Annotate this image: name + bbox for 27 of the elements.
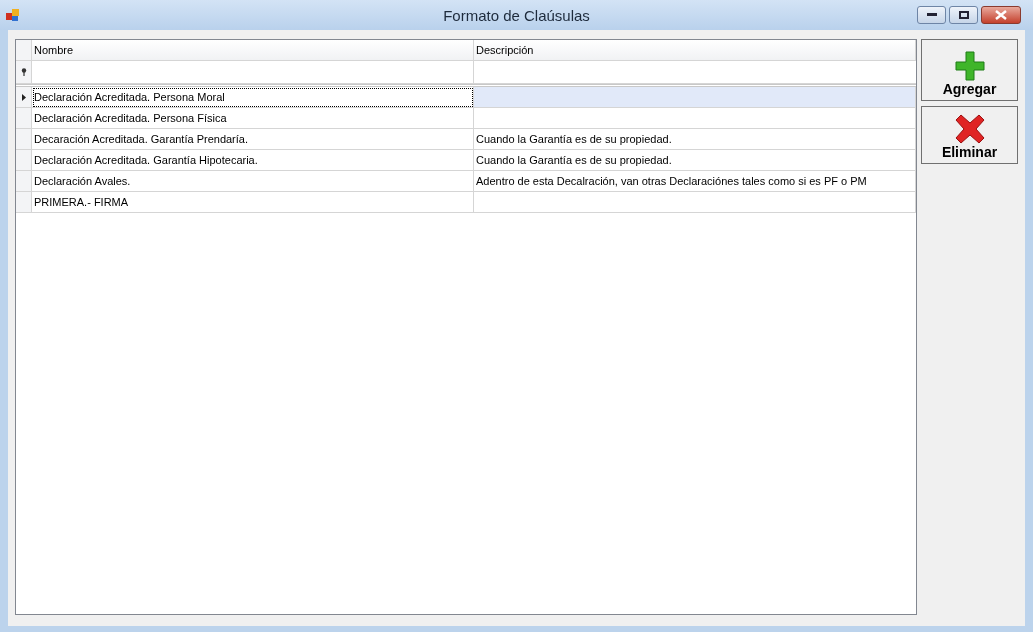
maximize-icon bbox=[958, 11, 969, 19]
maximize-button[interactable] bbox=[949, 6, 978, 24]
close-icon bbox=[995, 10, 1007, 20]
caret-icon bbox=[21, 93, 26, 101]
row-header[interactable] bbox=[16, 87, 32, 108]
minimize-icon bbox=[926, 13, 937, 17]
table-cell: Cuando la Garantía es de su propiedad. bbox=[474, 150, 916, 171]
pin-icon bbox=[20, 68, 27, 76]
plus-icon bbox=[954, 51, 985, 81]
table-cell: Declaración Acreditada. Persona Moral bbox=[32, 87, 474, 108]
column-header[interactable]: Descripción bbox=[474, 40, 916, 61]
table-cell: Declaración Acreditada. Garantía Hipotecaria. bbox=[32, 150, 474, 171]
table-cell: Declaración Avales. bbox=[32, 171, 474, 192]
table-cell: Adentro de esta Decalración, van otras Declaraciónes tales como si es PF o PM bbox=[474, 171, 916, 192]
close-button[interactable] bbox=[981, 6, 1021, 24]
delete-button[interactable]: Eliminar bbox=[921, 106, 1018, 164]
table-cell: Decaración Acreditada. Garantía Prendaría. bbox=[32, 129, 474, 150]
window-title: Formato de Claúsulas bbox=[443, 6, 590, 24]
x-icon bbox=[954, 114, 985, 144]
minimize-button[interactable] bbox=[917, 6, 946, 24]
app-icon bbox=[6, 8, 20, 22]
add-button[interactable]: Agregar bbox=[921, 39, 1018, 101]
table-cell: Cuando la Garantía es de su propiedad. bbox=[474, 129, 916, 150]
column-header[interactable]: Nombre bbox=[32, 40, 474, 61]
filter-field[interactable] bbox=[32, 61, 474, 84]
table-cell: Declaración Acreditada. Persona Física bbox=[32, 108, 474, 129]
table-cell: PRIMERA.- FIRMA bbox=[32, 192, 474, 213]
